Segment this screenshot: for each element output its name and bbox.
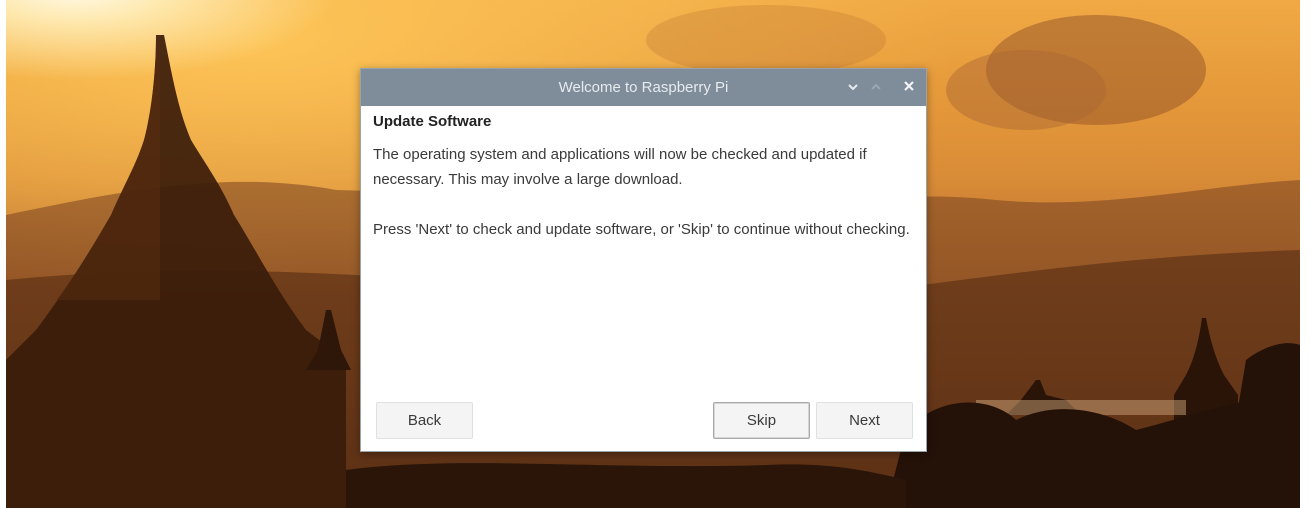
dialog-content: Update Software The operating system and… bbox=[373, 113, 913, 267]
minimize-button[interactable] bbox=[843, 77, 863, 97]
welcome-dialog: Welcome to Raspberry Pi Update Software … bbox=[360, 68, 927, 452]
chevron-down-icon bbox=[848, 78, 858, 96]
skip-button[interactable]: Skip bbox=[713, 402, 810, 439]
chevron-up-icon bbox=[871, 78, 881, 96]
page-heading: Update Software bbox=[373, 113, 492, 130]
back-button[interactable]: Back bbox=[376, 402, 473, 439]
title-bar[interactable]: Welcome to Raspberry Pi bbox=[361, 69, 926, 106]
next-button[interactable]: Next bbox=[816, 402, 913, 439]
close-button[interactable] bbox=[899, 77, 919, 97]
maximize-button[interactable] bbox=[866, 77, 886, 97]
close-icon bbox=[904, 78, 914, 96]
instruction-text: Press 'Next' to check and update softwar… bbox=[373, 221, 910, 238]
description-text: The operating system and applications wi… bbox=[373, 146, 867, 188]
window-title: Welcome to Raspberry Pi bbox=[558, 79, 729, 96]
